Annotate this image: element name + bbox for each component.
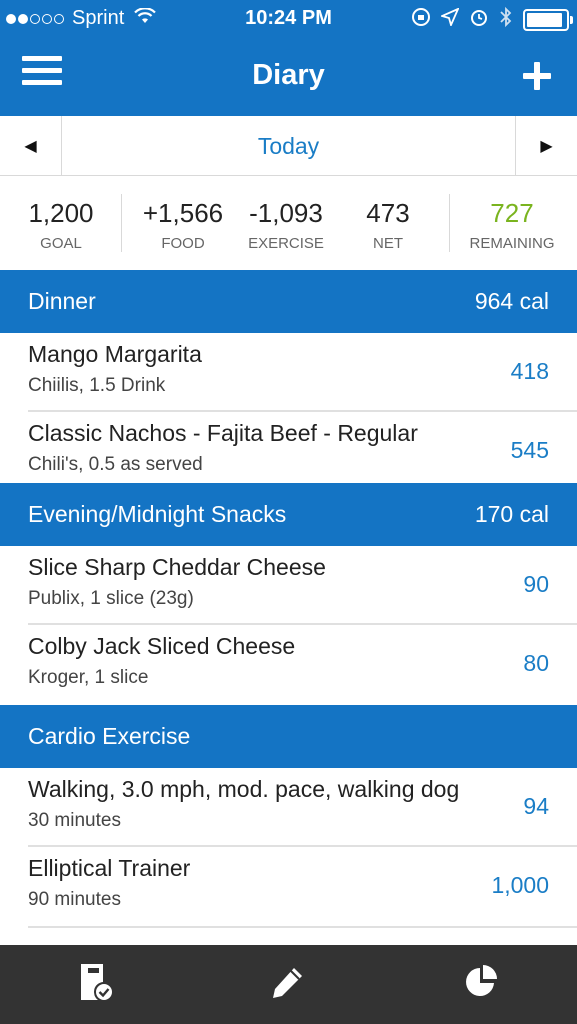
summary-food: +1,566 FOOD [135,198,231,252]
summary-net: 473 NET [348,198,428,252]
goal-label: GOAL [40,235,82,252]
entry-title: Colby Jack Sliced Cheese [28,633,296,659]
plus-icon[interactable] [517,56,557,96]
tab-reports[interactable] [385,945,577,1024]
entry-subtitle: Kroger, 1 slice [28,667,149,688]
entry-title: Elliptical Trainer [28,855,191,881]
entry-subtitle: Chiilis, 1.5 Drink [28,375,166,396]
section-calories: 170 cal [474,501,549,527]
exercise-label: EXERCISE [248,235,324,252]
entry-subtitle: Publix, 1 slice (23g) [28,588,194,609]
entry-title: Slice Sharp Cheddar Cheese [28,554,326,580]
entry-calories: 545 [510,437,549,463]
calorie-summary[interactable]: 1,200 GOAL +1,566 FOOD -1,093 EXERCISE 4… [0,176,577,270]
remaining-label: REMAINING [469,235,555,252]
entry-title: Walking, 3.0 mph, mod. pace, walking dog [28,776,460,802]
status-icons [411,6,573,33]
food-entry[interactable]: Mango Margarita Chiilis, 1.5 Drink 418 [0,333,577,412]
exercise-entry[interactable]: Walking, 3.0 mph, mod. pace, walking dog… [0,768,577,847]
date-navigator: ◀ Today ▶ [0,116,577,176]
section-header-snacks[interactable]: Evening/Midnight Snacks 170 cal [0,483,577,546]
exercise-value: -1,093 [249,198,323,228]
previous-day-button[interactable]: ◀ [0,116,62,176]
summary-divider [121,194,122,252]
food-entry[interactable]: Classic Nachos - Fajita Beef - Regular C… [0,412,577,483]
net-value: 473 [366,198,410,228]
row-divider [28,926,577,928]
section-title: Cardio Exercise [28,723,191,749]
entry-calories: 94 [523,793,549,819]
nav-bar: Diary [0,38,577,116]
goal-value: 1,200 [28,198,94,228]
next-day-button[interactable]: ▶ [515,116,577,176]
summary-goal: 1,200 GOAL [18,198,104,252]
summary-divider [449,194,450,252]
entry-subtitle: Chili's, 0.5 as served [28,454,203,475]
entry-calories: 90 [523,571,549,597]
entry-subtitle: 90 minutes [28,889,121,910]
diary-checklist-icon [78,962,114,1007]
tab-edit[interactable] [192,945,384,1024]
entry-calories: 418 [510,358,549,384]
location-arrow-icon [439,7,460,31]
entry-subtitle: 30 minutes [28,810,121,831]
summary-remaining: 727 REMAINING [460,198,564,252]
entry-title: Mango Margarita [28,341,202,367]
bluetooth-icon [499,6,513,33]
food-label: FOOD [161,235,205,252]
entry-title: Classic Nachos - Fajita Beef - Regular [28,420,418,446]
bottom-tab-bar [0,945,577,1024]
section-title: Evening/Midnight Snacks [28,501,287,527]
current-date-label[interactable]: Today [62,116,515,176]
section-title: Dinner [28,288,96,314]
entry-calories: 1,000 [491,872,549,898]
rotation-lock-icon [411,7,431,32]
remaining-value: 727 [490,198,534,228]
section-header-cardio[interactable]: Cardio Exercise [0,705,577,768]
net-label: NET [373,235,403,252]
battery-icon [523,8,573,31]
entry-calories: 80 [523,650,549,676]
summary-exercise: -1,093 EXERCISE [238,198,334,252]
section-header-dinner[interactable]: Dinner 964 cal [0,270,577,333]
pie-chart-icon [463,964,499,1005]
exercise-entry[interactable]: Elliptical Trainer 90 minutes 1,000 [0,847,577,945]
tab-diary[interactable] [0,945,192,1024]
app-header: Sprint 10:24 PM Diary [0,0,577,116]
food-entry[interactable]: Slice Sharp Cheddar Cheese Publix, 1 sli… [0,546,577,625]
alarm-clock-icon [469,7,489,32]
food-entry[interactable]: Colby Jack Sliced Cheese Kroger, 1 slice… [0,625,577,705]
status-bar: Sprint 10:24 PM [0,0,577,38]
pencil-icon [270,964,306,1005]
page-title: Diary [252,59,325,91]
section-calories: 964 cal [474,288,549,314]
food-value: +1,566 [142,198,224,228]
